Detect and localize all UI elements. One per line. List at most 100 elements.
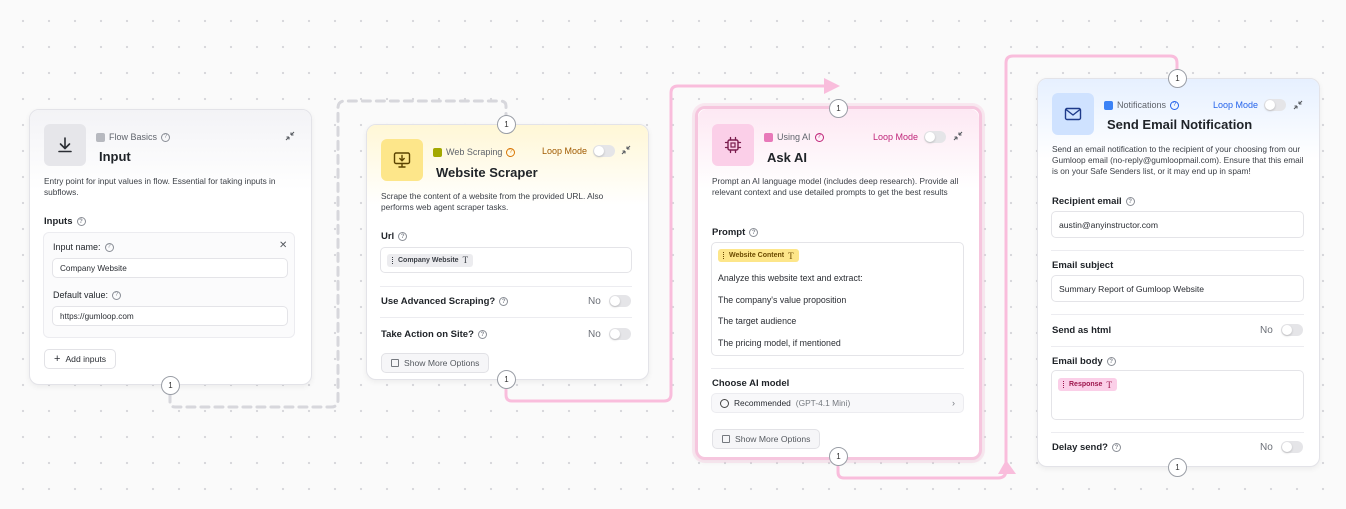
divider [1051,250,1304,251]
node-title: Send Email Notification [1107,117,1253,132]
scraper-output-port[interactable]: 1 [497,370,516,389]
prompt-line: The company's value proposition [718,295,847,305]
loop-mode-toggle[interactable] [1264,99,1287,111]
recipient-email-label: Recipient email? [1052,196,1135,207]
node-description: Entry point for input values in flow. Es… [44,176,276,197]
take-action-label: Take Action on Site?? [381,329,487,340]
cpu-chip-icon [712,124,754,166]
email-body-field[interactable]: Response T [1051,370,1304,420]
divider [711,368,964,369]
input-definition: Input name:? ✕ Company Website Default v… [43,232,295,338]
delay-send-control[interactable]: No [1260,441,1303,453]
help-icon[interactable]: ? [161,132,171,142]
help-icon[interactable]: ? [749,228,759,237]
loop-mode-toggle[interactable] [593,145,616,157]
default-value-field[interactable]: https://gumloop.com [52,306,288,326]
options-icon [722,435,730,443]
advanced-scraping-toggle[interactable] [608,295,631,307]
node-title: Input [99,149,131,164]
ask-ai-input-port[interactable]: 1 [829,99,848,118]
prompt-variable-chip[interactable]: Website Content T [718,249,799,262]
prompt-editor[interactable]: Website Content T Analyze this website t… [711,242,964,356]
text-type-icon: T [1106,379,1112,390]
delay-send-toggle[interactable] [1280,441,1303,453]
help-icon[interactable]: ? [477,330,487,339]
flow-basics-icon [96,132,105,142]
email-subject-label: Email subject [1052,260,1114,271]
send-as-html-toggle[interactable] [1280,324,1303,336]
choose-model-label: Choose AI model [712,378,790,389]
help-icon[interactable]: ? [499,297,509,306]
arrow-head-ai [824,78,840,94]
help-icon[interactable]: ? [1170,100,1180,110]
options-icon [391,359,399,367]
default-value-label: Default value:? [53,290,122,300]
arrow-head-email [998,460,1016,474]
text-type-icon: T [462,255,469,265]
plus-icon: + [54,353,61,365]
collapse-icon[interactable] [1293,100,1303,110]
email-input-port[interactable]: 1 [1168,69,1187,88]
loop-mode-control[interactable]: Loop Mode [1213,99,1287,111]
openai-icon [720,398,729,408]
help-icon[interactable]: ? [1106,357,1116,366]
loop-mode-toggle[interactable] [924,131,947,143]
input-name-label: Input name:? [53,242,114,252]
web-scraping-icon [433,147,442,157]
help-icon[interactable]: ? [814,132,824,142]
chevron-right-icon: › [952,398,955,408]
ask-ai-node[interactable]: Using AI ? Ask AI Loop Mode Prompt an AI… [695,106,982,460]
help-icon[interactable]: ? [104,242,114,252]
advanced-scraping-control[interactable]: No [588,295,631,307]
monitor-download-icon [381,139,423,181]
take-action-control[interactable]: No [588,328,631,340]
mail-icon [1052,93,1094,135]
divider [380,286,632,287]
website-scraper-node[interactable]: Web Scraping ? Website Scraper Loop Mode… [366,124,649,380]
input-output-port[interactable]: 1 [161,376,180,395]
prompt-line: The pricing model, if mentioned [718,338,841,348]
node-category: Web Scraping ? [433,147,516,157]
add-inputs-button[interactable]: + Add inputs [44,349,117,369]
prompt-label: Prompt? [712,227,759,238]
scraper-input-port[interactable]: 1 [497,115,516,134]
prompt-line: Analyze this website text and extract: [718,273,863,283]
url-field[interactable]: Company Website T [380,247,632,273]
text-type-icon: T [788,250,794,261]
collapse-icon[interactable] [621,145,631,155]
help-icon[interactable]: ? [1125,197,1135,206]
show-more-options-button[interactable]: Show More Options [381,353,490,373]
send-as-html-control[interactable]: No [1260,324,1303,336]
input-name-field[interactable]: Company Website [52,258,288,278]
send-email-node[interactable]: Notifications ? Send Email Notification … [1037,78,1320,467]
ask-ai-output-port[interactable]: 1 [829,447,848,466]
node-category: Notifications ? [1104,100,1180,110]
help-icon[interactable]: ? [506,147,516,157]
help-icon[interactable]: ? [112,290,122,300]
take-action-toggle[interactable] [608,328,631,340]
input-node[interactable]: Flow Basics ? Input Entry point for inpu… [29,109,312,385]
help-icon[interactable]: ? [1111,443,1121,452]
loop-mode-control[interactable]: Loop Mode [873,131,947,143]
remove-input-icon[interactable]: ✕ [279,240,287,251]
prompt-line: The target audience [718,316,797,326]
node-category: Flow Basics ? [96,132,171,142]
collapse-icon[interactable] [953,131,963,141]
collapse-icon[interactable] [285,131,295,141]
loop-mode-control[interactable]: Loop Mode [542,145,616,157]
email-body-label: Email body? [1052,356,1116,367]
show-more-options-button[interactable]: Show More Options [712,429,821,449]
email-subject-field[interactable]: Summary Report of Gumloop Website [1051,275,1304,302]
node-description: Send an email notification to the recipi… [1052,144,1304,176]
ai-model-select[interactable]: Recommended (GPT-4.1 Mini) › [711,393,964,413]
email-output-port[interactable]: 1 [1168,458,1187,477]
node-description: Prompt an AI language model (includes de… [712,176,959,197]
advanced-scraping-label: Use Advanced Scraping?? [381,296,509,307]
url-variable-chip[interactable]: Company Website T [387,253,474,267]
url-label: Url? [381,231,408,242]
help-icon[interactable]: ? [76,217,86,226]
body-variable-chip[interactable]: Response T [1058,378,1117,391]
help-icon[interactable]: ? [398,232,408,241]
recipient-email-field[interactable]: austin@anyinstructor.com [1051,211,1304,238]
node-title: Ask AI [767,150,807,165]
